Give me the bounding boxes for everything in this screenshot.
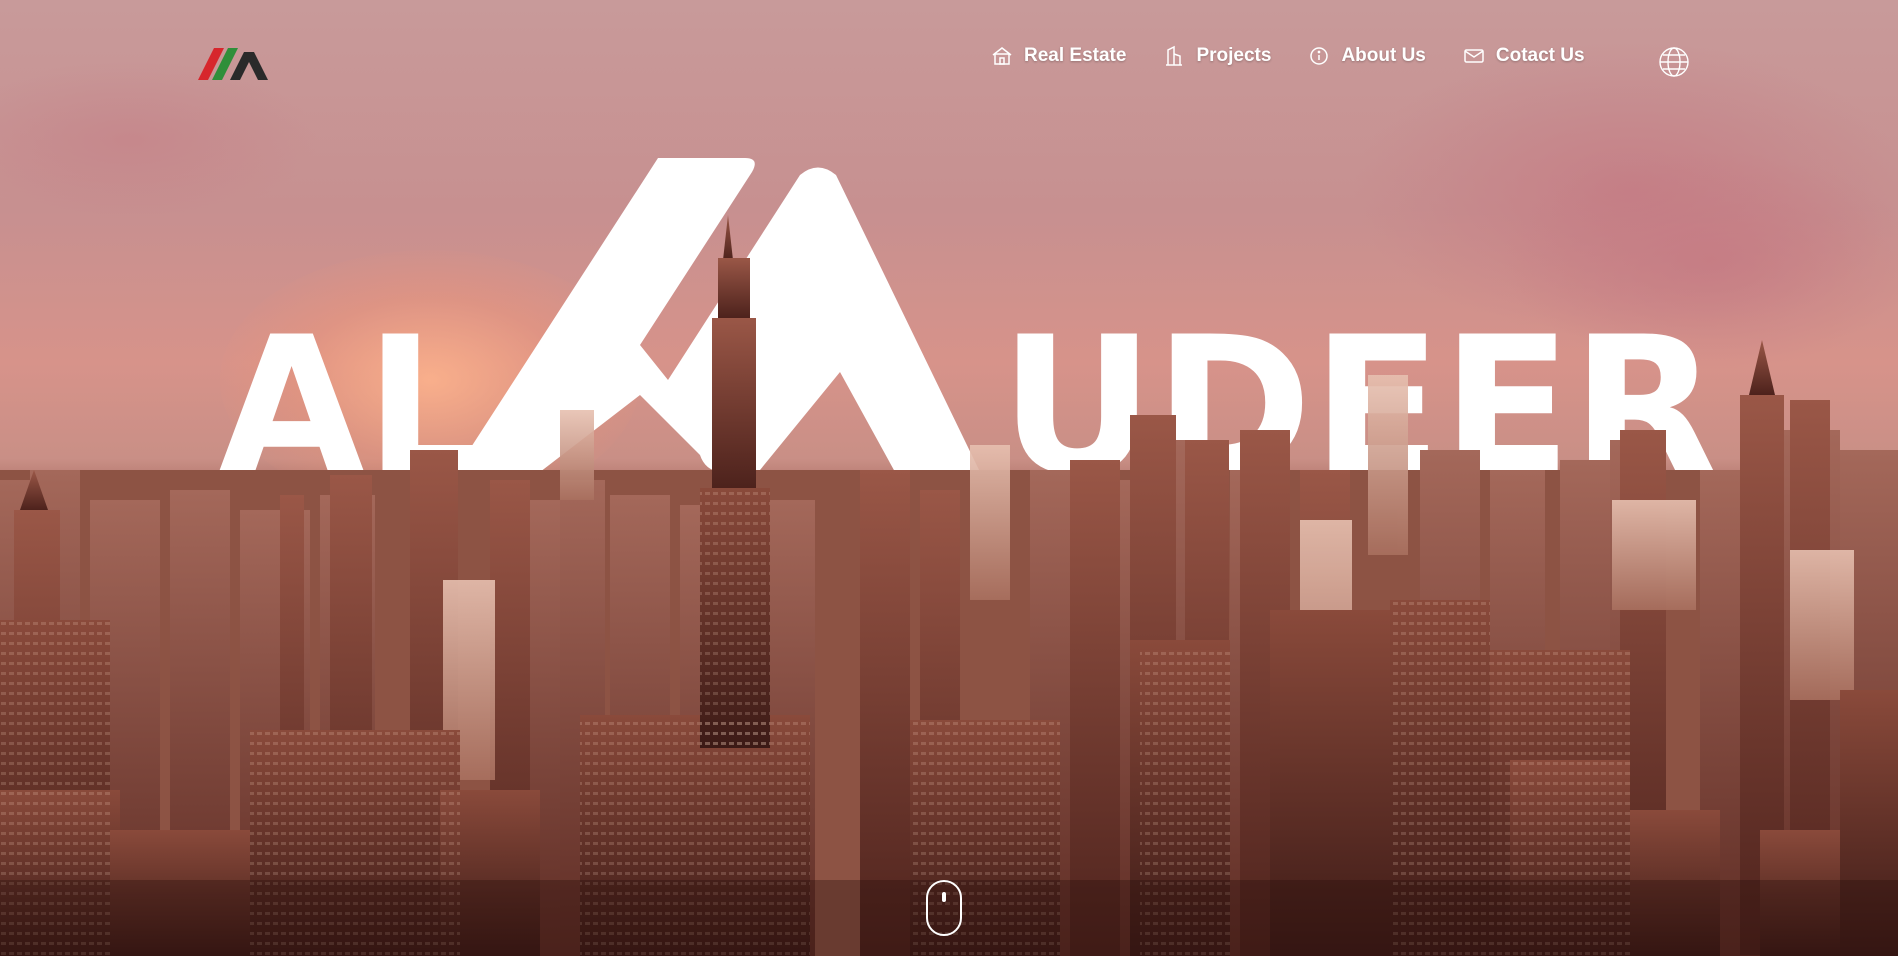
- nav-contact-us[interactable]: Cotact Us: [1462, 44, 1585, 68]
- mail-icon: [1464, 49, 1484, 63]
- city-skyline: [0, 215, 1898, 956]
- brand-logo[interactable]: [198, 40, 268, 82]
- house-icon: [992, 47, 1012, 65]
- nav-about-us-label: About Us: [1341, 45, 1426, 66]
- hero-section: AL UDEER Real Estate Projects About Us C…: [0, 0, 1898, 956]
- nav-projects-label: Projects: [1196, 45, 1272, 66]
- main-nav: Real Estate Projects About Us Cotact Us: [990, 44, 1585, 68]
- nav-real-estate[interactable]: Real Estate: [990, 44, 1126, 68]
- mouse-icon[interactable]: [926, 880, 962, 936]
- nav-contact-us-label: Cotact Us: [1495, 45, 1585, 66]
- site-header: Real Estate Projects About Us Cotact Us: [0, 0, 1898, 120]
- info-icon: [1310, 47, 1329, 65]
- building-icon: [1166, 45, 1183, 66]
- globe-icon[interactable]: [1658, 46, 1690, 78]
- nav-real-estate-label: Real Estate: [1024, 45, 1127, 66]
- nav-about-us[interactable]: About Us: [1307, 44, 1426, 68]
- mouse-wheel: [942, 892, 946, 902]
- nav-projects[interactable]: Projects: [1162, 44, 1271, 68]
